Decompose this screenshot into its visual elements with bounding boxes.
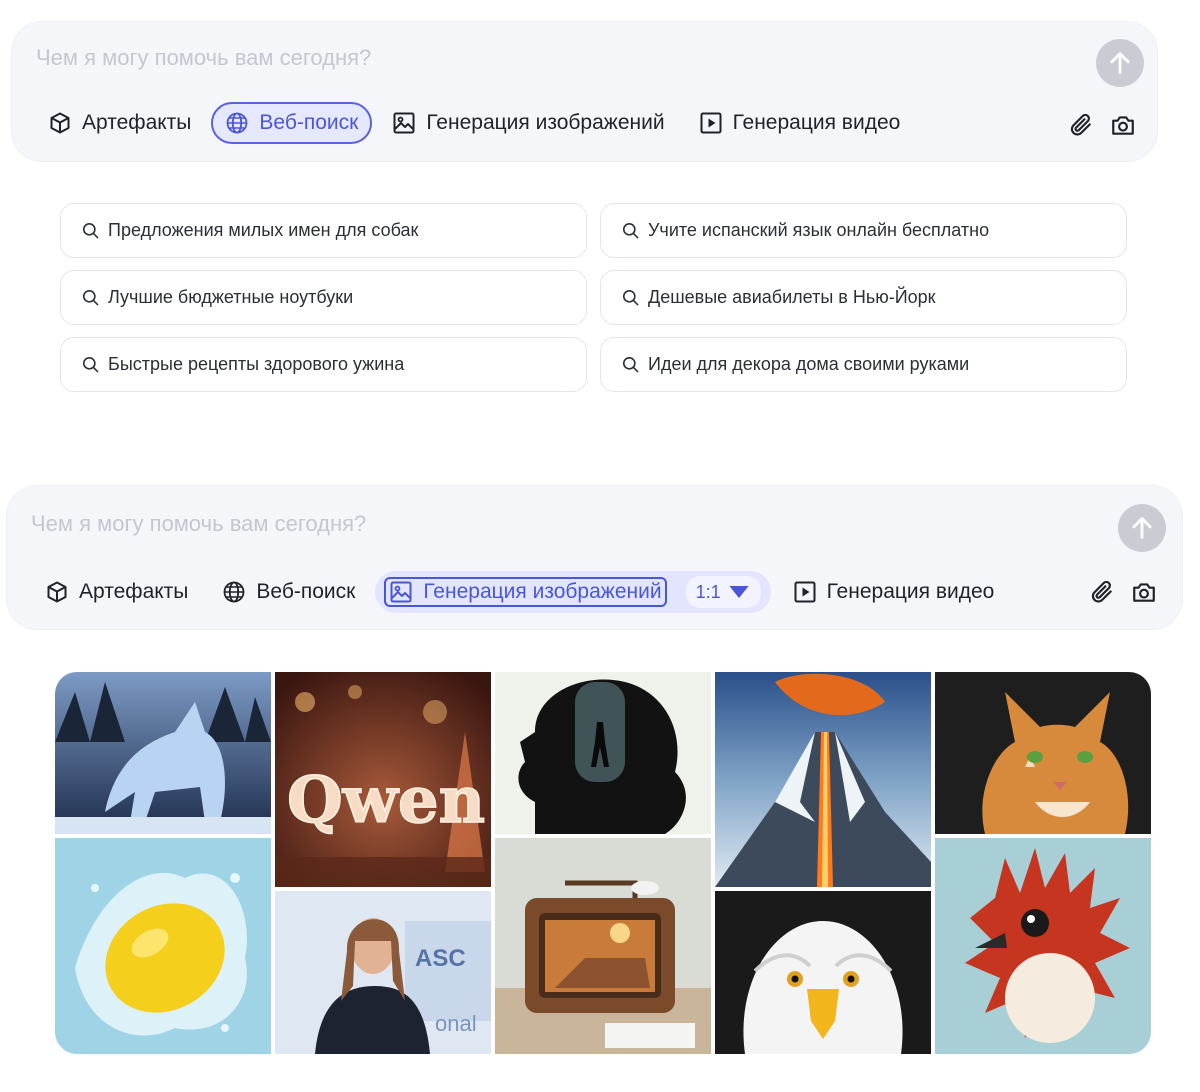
caret-down-icon	[728, 586, 749, 598]
play-square-icon	[699, 111, 723, 135]
arrow-up-icon	[1128, 514, 1156, 542]
aspect-ratio-value: 1:1	[695, 581, 721, 602]
search-icon	[621, 355, 640, 374]
search-icon	[81, 221, 100, 240]
composer-web-search: Артефакты Веб-поиск Генерация изображени…	[12, 22, 1157, 161]
gallery-column: Qwen ASC onal	[275, 672, 491, 1054]
suggestion-chip[interactable]: Предложения милых имен для собак	[60, 203, 587, 258]
radio-diorama-image	[495, 838, 711, 1054]
lemon-image	[55, 838, 271, 1054]
image-gallery: Qwen ASC onal	[55, 672, 1151, 1054]
gallery-image-qwen-sign[interactable]: Qwen	[275, 672, 491, 887]
camera-button[interactable]	[1110, 112, 1136, 138]
paperclip-icon	[1089, 579, 1115, 605]
wolf-image	[55, 672, 271, 834]
suggestion-chip[interactable]: Лучшие бюджетные ноутбуки	[60, 270, 587, 325]
slide-text-2: onal	[435, 1011, 477, 1036]
artifacts-button[interactable]: Артефакты	[34, 102, 205, 144]
prompt-input[interactable]	[29, 510, 933, 538]
video-generation-label: Генерация видео	[732, 111, 901, 134]
web-search-button[interactable]: Веб-поиск	[211, 102, 373, 144]
suggestion-chip[interactable]: Быстрые рецепты здорового ужина	[60, 337, 587, 392]
composer-image-generation: Артефакты Веб-поиск Генерация изображени…	[7, 486, 1182, 629]
suggestion-text: Лучшие бюджетные ноутбуки	[108, 287, 354, 307]
attachment-actions	[1068, 112, 1136, 138]
attach-button[interactable]	[1068, 112, 1094, 138]
send-button[interactable]	[1118, 504, 1166, 552]
search-icon	[621, 221, 640, 240]
aspect-ratio-select[interactable]: 1:1	[685, 576, 761, 608]
artifacts-button[interactable]: Артефакты	[31, 571, 202, 613]
search-icon	[81, 288, 100, 307]
image-generation-selected: Генерация изображений	[384, 577, 667, 607]
image-generation-label: Генерация изображений	[423, 580, 662, 603]
globe-icon	[225, 111, 249, 135]
spiky-bird-image	[935, 838, 1151, 1054]
artifacts-label: Артефакты	[82, 111, 192, 134]
suggestion-text: Идеи для декора дома своими руками	[648, 354, 970, 374]
gallery-image-lemon[interactable]	[55, 838, 271, 1054]
gallery-image-spiky-bird[interactable]	[935, 838, 1151, 1054]
suggestion-chip[interactable]: Дешевые авиабилеты в Нью-Йорк	[600, 270, 1127, 325]
toolbar: Артефакты Веб-поиск Генерация изображени…	[34, 102, 914, 144]
suggestion-text: Дешевые авиабилеты в Нью-Йорк	[648, 287, 936, 307]
camera-icon	[1110, 112, 1136, 138]
image-icon	[389, 580, 413, 604]
suggestion-text: Предложения милых имен для собак	[108, 220, 419, 240]
camera-icon	[1131, 579, 1157, 605]
qwen-sign-text: Qwen	[287, 763, 485, 838]
gallery-column	[935, 672, 1151, 1054]
toolbar: Артефакты Веб-поиск Генерация изображени…	[31, 571, 1008, 613]
gallery-column	[55, 672, 271, 1054]
send-button[interactable]	[1096, 39, 1144, 87]
web-search-label: Веб-поиск	[256, 580, 356, 603]
camera-button[interactable]	[1131, 579, 1157, 605]
cat-image	[935, 672, 1151, 834]
gallery-image-radio-diorama[interactable]	[495, 838, 711, 1054]
speaker-image: ASC onal	[275, 891, 491, 1054]
gallery-image-wolf[interactable]	[55, 672, 271, 834]
cube-icon	[48, 111, 72, 135]
qwen-sign-image: Qwen	[275, 672, 491, 887]
gallery-image-cat[interactable]	[935, 672, 1151, 834]
play-square-icon	[793, 580, 817, 604]
suggestion-grid: Предложения милых имен для собак Учите и…	[60, 203, 1128, 392]
artifacts-label: Артефакты	[79, 580, 189, 603]
gallery-column	[715, 672, 931, 1054]
image-generation-button[interactable]: Генерация изображений	[378, 102, 678, 144]
suggestion-text: Быстрые рецепты здорового ужина	[108, 354, 405, 374]
attachment-actions	[1089, 579, 1157, 605]
attach-button[interactable]	[1089, 579, 1115, 605]
video-generation-label: Генерация видео	[826, 580, 995, 603]
search-icon	[81, 355, 100, 374]
cube-icon	[45, 580, 69, 604]
arrow-up-icon	[1106, 49, 1134, 77]
slide-text: ASC	[415, 945, 466, 972]
video-generation-button[interactable]: Генерация видео	[779, 571, 1009, 613]
gallery-image-volcano[interactable]	[715, 672, 931, 887]
image-generation-label: Генерация изображений	[426, 111, 665, 134]
suggestion-text: Учите испанский язык онлайн бесплатно	[648, 220, 990, 240]
gallery-column	[495, 672, 711, 1054]
suggestion-chip[interactable]: Учите испанский язык онлайн бесплатно	[600, 203, 1127, 258]
eagle-image	[715, 891, 931, 1054]
image-icon	[392, 111, 416, 135]
web-search-label: Веб-поиск	[259, 111, 359, 134]
volcano-image	[715, 672, 931, 887]
gallery-image-speaker[interactable]: ASC onal	[275, 891, 491, 1054]
web-search-button[interactable]: Веб-поиск	[208, 571, 369, 613]
gallery-image-silhouette[interactable]	[495, 672, 711, 834]
prompt-input[interactable]	[34, 44, 938, 72]
silhouette-image	[495, 672, 711, 834]
paperclip-icon	[1068, 112, 1094, 138]
image-generation-button[interactable]: Генерация изображений 1:1	[375, 571, 771, 613]
suggestion-chip[interactable]: Идеи для декора дома своими руками	[600, 337, 1127, 392]
video-generation-button[interactable]: Генерация видео	[685, 102, 915, 144]
globe-icon	[222, 580, 246, 604]
search-icon	[621, 288, 640, 307]
gallery-image-eagle[interactable]	[715, 891, 931, 1054]
